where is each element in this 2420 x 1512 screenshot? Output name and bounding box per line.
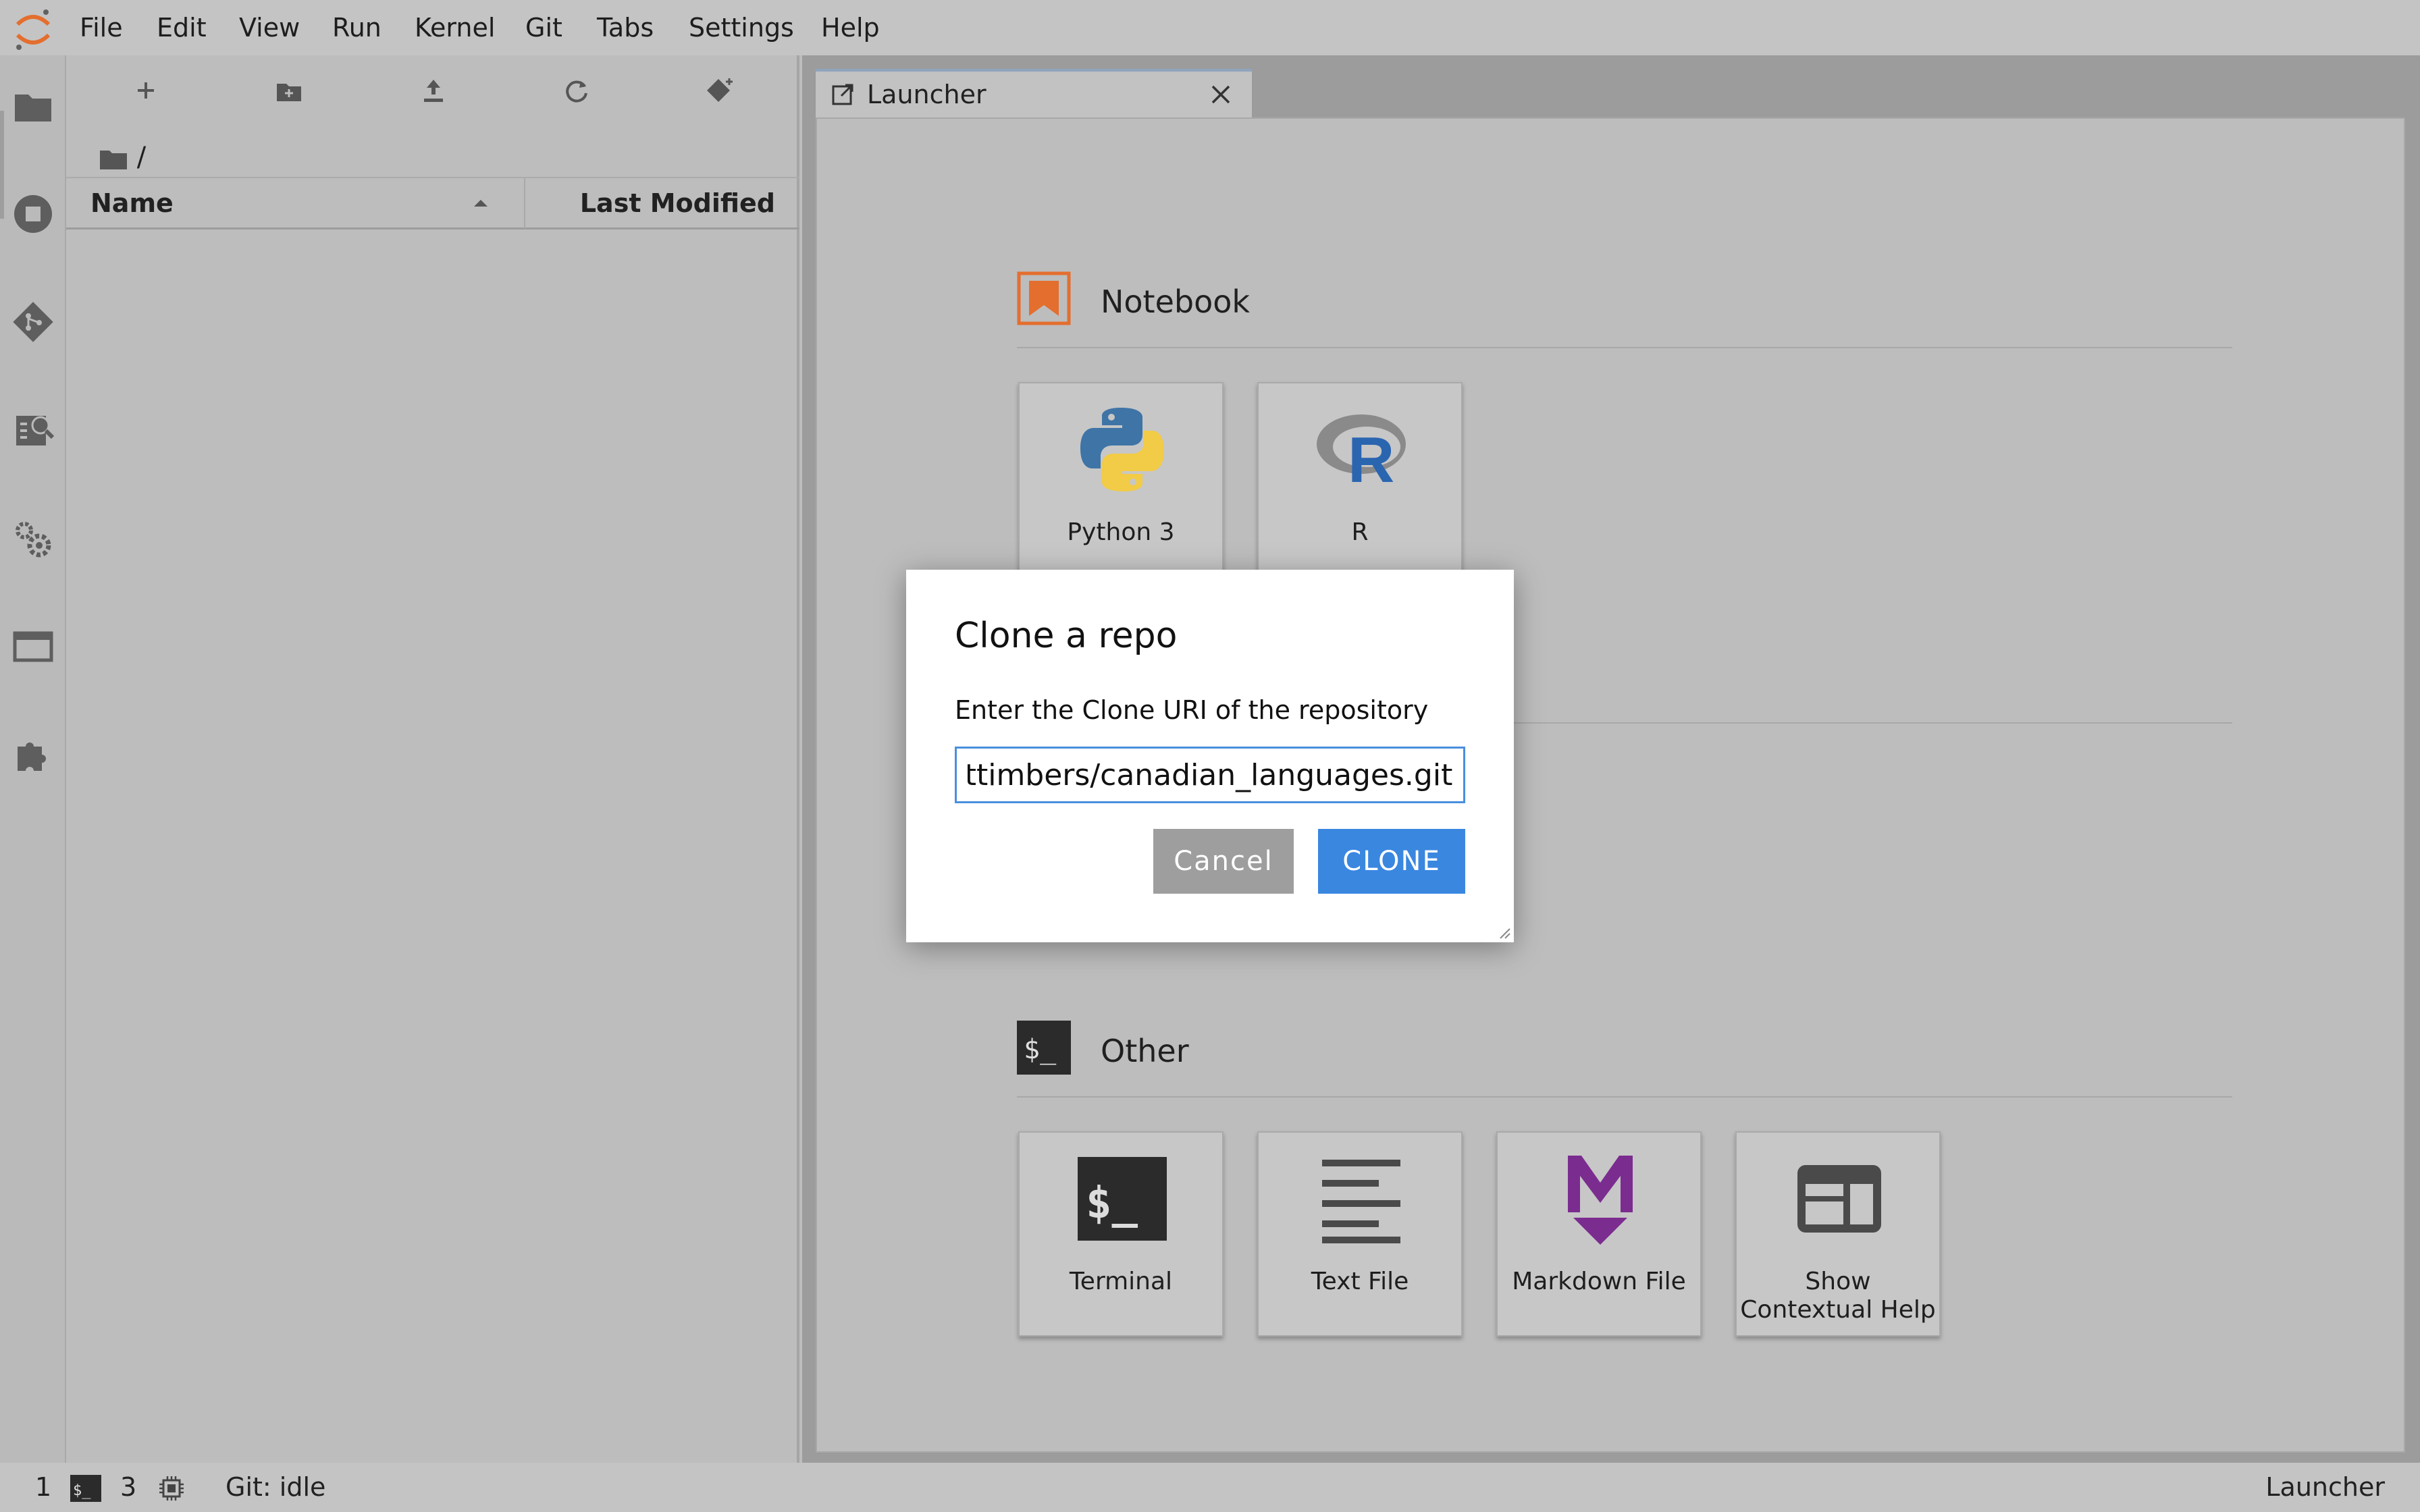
column-last-modified[interactable]: Last Modified — [580, 178, 775, 229]
svg-text:$_: $_ — [1024, 1034, 1057, 1065]
menu-edit[interactable]: Edit — [157, 0, 207, 55]
active-indicator — [0, 111, 4, 219]
launcher-card-markdown[interactable]: Markdown File — [1496, 1131, 1702, 1336]
cancel-button[interactable]: Cancel — [1153, 829, 1294, 894]
markdown-icon — [1568, 1156, 1633, 1245]
column-divider[interactable] — [524, 178, 525, 229]
breadcrumb-path[interactable]: / — [137, 142, 146, 173]
menu-tabs[interactable]: Tabs — [597, 0, 654, 55]
jupyter-logo-icon[interactable] — [9, 5, 57, 53]
launcher-card-contextual-help[interactable]: Show Contextual Help — [1735, 1131, 1941, 1336]
terminal-count[interactable]: 3 — [120, 1463, 136, 1512]
simple-mode-count[interactable]: 1 — [35, 1463, 51, 1512]
settings-icon[interactable] — [9, 514, 57, 562]
python-icon — [1080, 408, 1164, 491]
menu-file[interactable]: File — [80, 0, 123, 55]
launcher-card-terminal[interactable]: $_ Terminal — [1018, 1131, 1224, 1336]
card-label: R — [1351, 518, 1369, 546]
card-label: Show Contextual Help — [1740, 1268, 1936, 1324]
contextual-help-icon — [1797, 1165, 1881, 1233]
clone-uri-input[interactable] — [955, 747, 1465, 803]
svg-text:$_: $_ — [1086, 1179, 1138, 1228]
launcher-card-python3[interactable]: Python 3 — [1018, 382, 1224, 587]
upload-icon[interactable] — [413, 70, 454, 111]
section-divider — [1017, 347, 2232, 348]
menu-view[interactable]: View — [239, 0, 300, 55]
svg-text:R: R — [1348, 424, 1394, 495]
tabs-icon[interactable] — [9, 622, 57, 670]
terminal-icon: $_ — [1078, 1157, 1167, 1241]
dialog-title: Clone a repo — [955, 616, 1178, 656]
activity-bar — [0, 55, 66, 1463]
status-bar: 1 $_ 3 Git: idle Launcher — [0, 1463, 2420, 1512]
new-folder-icon[interactable] — [269, 70, 309, 111]
section-divider — [1017, 1096, 2232, 1098]
launcher-card-text-file[interactable]: Text File — [1257, 1131, 1463, 1336]
breadcrumb: / — [99, 134, 146, 181]
terminal-status-icon[interactable]: $_ — [70, 1475, 101, 1502]
tab-launcher[interactable]: Launcher — [816, 69, 1252, 117]
refresh-icon[interactable] — [556, 70, 597, 111]
clone-repo-dialog: Clone a repo Enter the Clone URI of the … — [906, 570, 1514, 942]
card-label: Python 3 — [1067, 518, 1175, 546]
r-language-icon: R — [1317, 414, 1406, 495]
home-folder-icon[interactable] — [99, 145, 128, 172]
notebook-section-title: Notebook — [1101, 284, 1251, 320]
close-icon[interactable] — [1209, 82, 1233, 107]
menu-kernel[interactable]: Kernel — [415, 0, 495, 55]
notebook-section-icon — [1017, 271, 1071, 325]
card-label: Text File — [1311, 1268, 1409, 1295]
menu-bar: File Edit View Run Kernel Git Tabs Setti… — [0, 0, 2420, 55]
kernel-cpu-icon[interactable] — [158, 1475, 185, 1502]
sort-ascending-icon[interactable] — [467, 178, 494, 229]
property-inspector-icon[interactable] — [9, 406, 57, 454]
menu-git[interactable]: Git — [525, 0, 562, 55]
menu-settings[interactable]: Settings — [689, 0, 794, 55]
other-section-terminal-icon: $_ — [1017, 1021, 1071, 1075]
folder-icon[interactable] — [9, 82, 57, 130]
git-status[interactable]: Git: idle — [226, 1463, 325, 1512]
card-label: Terminal — [1069, 1268, 1173, 1295]
column-name[interactable]: Name — [90, 178, 174, 229]
tab-label: Launcher — [867, 80, 987, 109]
running-icon[interactable] — [9, 190, 57, 238]
file-browser: / Name Last Modified — [66, 55, 799, 1463]
active-document-label: Launcher — [2265, 1472, 2385, 1502]
dialog-label: Enter the Clone URI of the repository — [955, 695, 1429, 725]
other-section-title: Other — [1101, 1033, 1189, 1069]
git-icon[interactable] — [9, 298, 57, 346]
new-launcher-icon[interactable] — [126, 70, 166, 111]
extension-icon[interactable] — [9, 730, 57, 778]
git-clone-icon[interactable] — [700, 70, 740, 111]
svg-text:$_: $_ — [73, 1482, 91, 1499]
clone-button[interactable]: CLONE — [1318, 829, 1465, 894]
launcher-icon — [832, 84, 853, 105]
file-list-header: Name Last Modified — [66, 177, 799, 230]
menu-help[interactable]: Help — [821, 0, 880, 55]
resize-grip-icon[interactable] — [1498, 926, 1511, 940]
text-file-icon — [1322, 1160, 1400, 1243]
launcher-card-r[interactable]: R R — [1257, 382, 1463, 587]
menu-run[interactable]: Run — [332, 0, 382, 55]
card-label: Markdown File — [1512, 1268, 1686, 1295]
